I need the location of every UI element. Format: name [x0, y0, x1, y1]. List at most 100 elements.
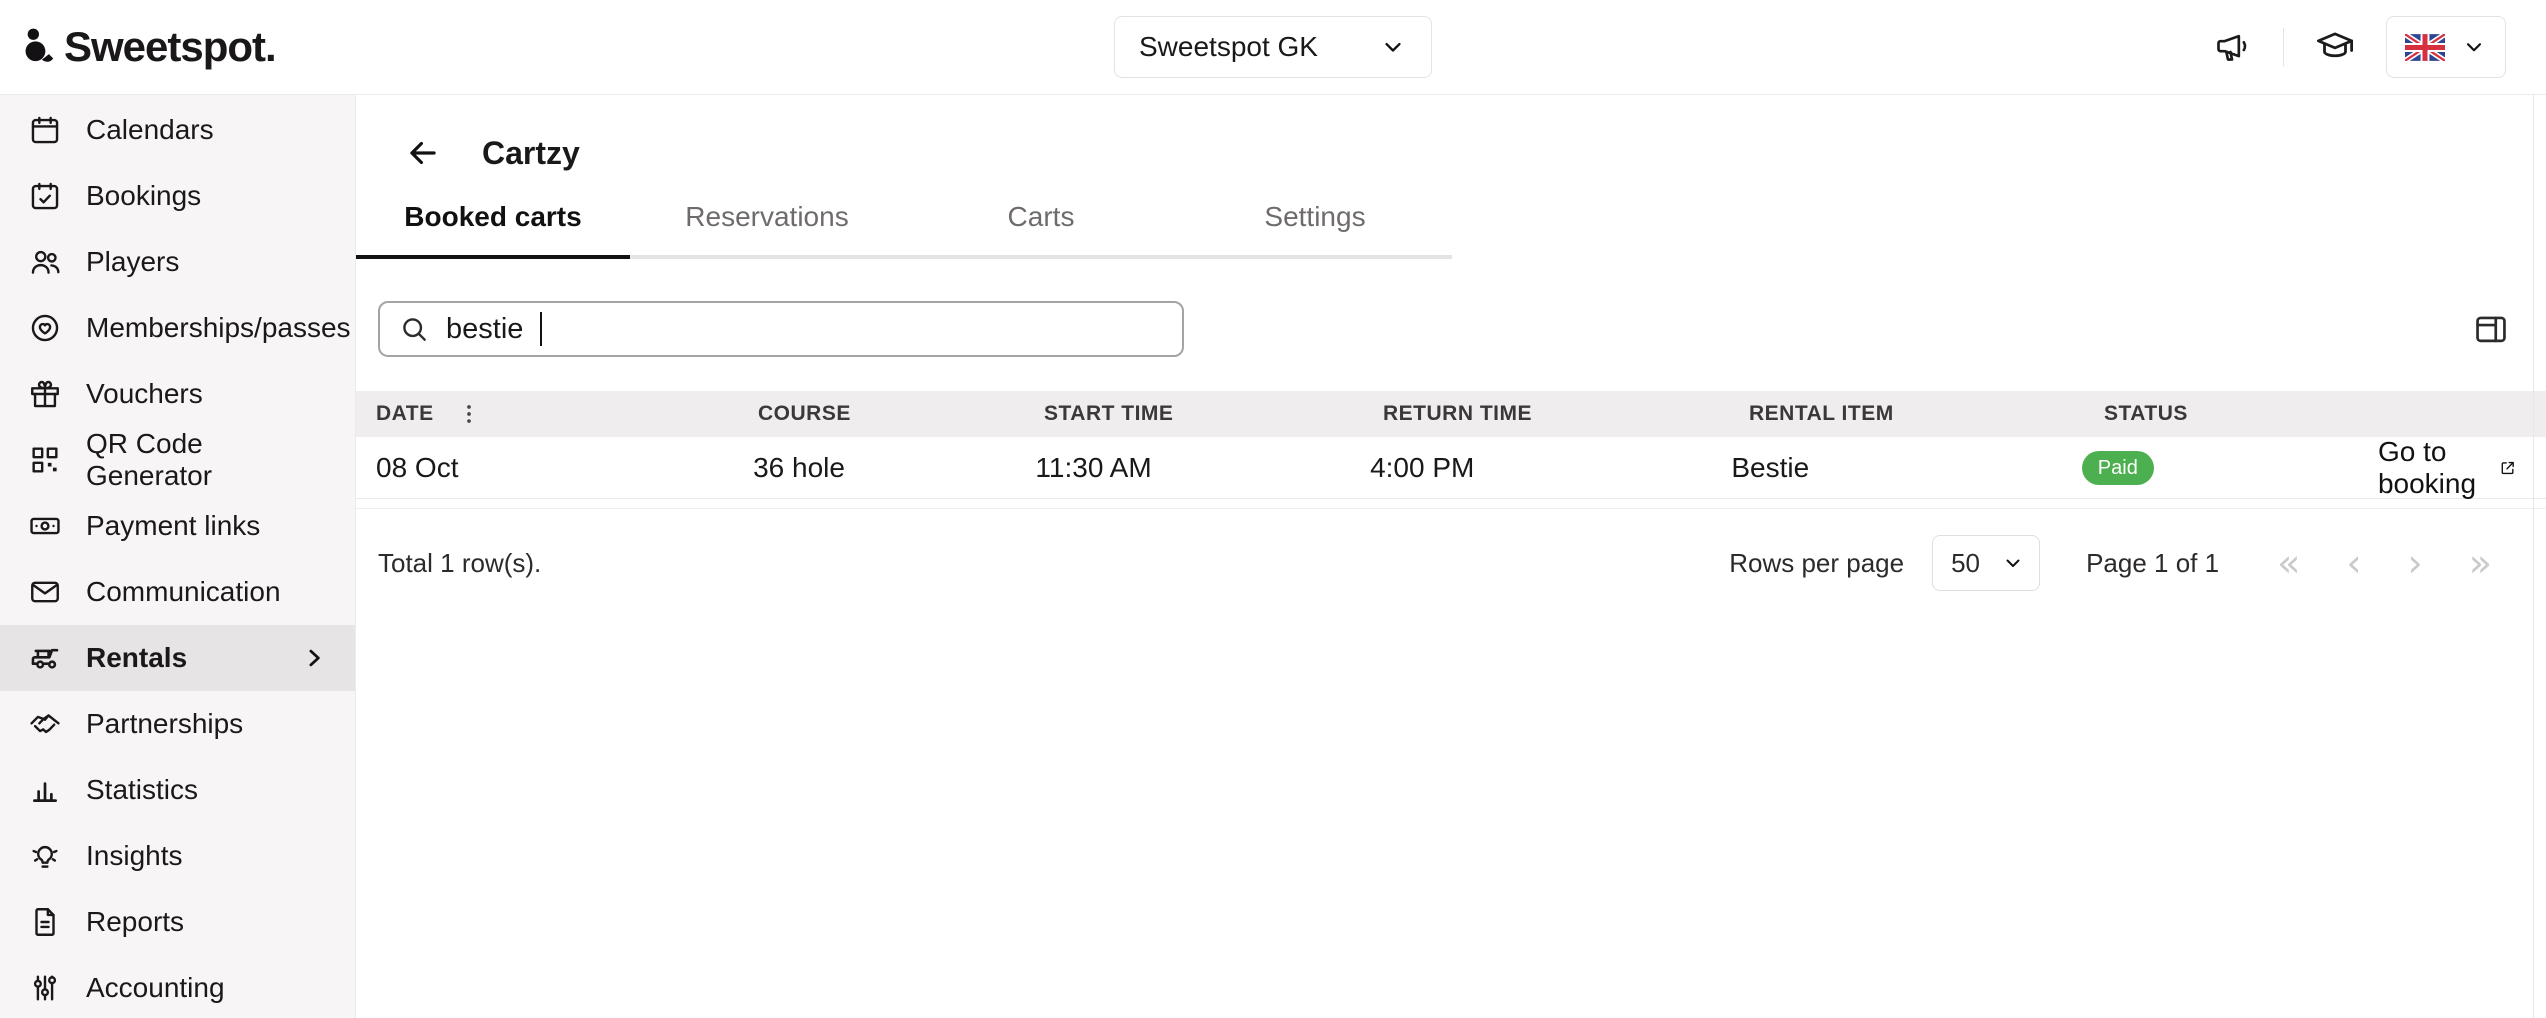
- column-menu-icon[interactable]: [456, 401, 482, 427]
- sliders-icon: [28, 971, 62, 1005]
- bar-chart-icon: [28, 773, 62, 807]
- sweetspot-logo: Sweetspot.: [22, 23, 276, 71]
- scrollbar-track[interactable]: [2533, 95, 2534, 1018]
- search-icon: [398, 313, 430, 345]
- golf-cart-icon: [28, 641, 62, 675]
- sidebar-item-label: Payment links: [86, 510, 260, 542]
- sidebar-item-accounting[interactable]: Accounting: [0, 955, 355, 1018]
- mail-icon: [28, 575, 62, 609]
- users-icon: [28, 245, 62, 279]
- first-page-icon[interactable]: «: [2277, 544, 2300, 582]
- sidebar-item-calendars[interactable]: Calendars: [0, 97, 355, 163]
- sidebar-item-bookings[interactable]: Bookings: [0, 163, 355, 229]
- previous-page-icon[interactable]: ‹: [2346, 544, 2361, 582]
- club-selector[interactable]: Sweetspot GK: [1114, 16, 1432, 78]
- chevron-down-icon: [1379, 33, 1407, 61]
- column-header-status: STATUS: [2104, 402, 2404, 426]
- external-link-icon: [2499, 454, 2516, 482]
- table-row[interactable]: 08 Oct 36 hole 11:30 AM 4:00 PM Bestie P…: [356, 437, 2546, 499]
- banknote-icon: [28, 509, 62, 543]
- rows-per-page-select[interactable]: 50: [1932, 535, 2040, 591]
- text-caret: [540, 312, 542, 346]
- chevron-down-icon: [2461, 34, 2487, 60]
- sidebar-item-label: Partnerships: [86, 708, 243, 740]
- last-page-icon[interactable]: »: [2469, 544, 2492, 582]
- sidebar-item-partnerships[interactable]: Partnerships: [0, 691, 355, 757]
- sidebar-item-statistics[interactable]: Statistics: [0, 757, 355, 823]
- tab-bar: Booked carts Reservations Carts Settings: [356, 201, 1452, 259]
- sidebar-item-vouchers[interactable]: Vouchers: [0, 361, 355, 427]
- search-input[interactable]: bestie: [378, 301, 1184, 357]
- sidebar-item-label: Memberships/passes: [86, 312, 351, 344]
- cell-rental-item: Bestie: [1731, 452, 2081, 484]
- cell-return-time: 4:00 PM: [1370, 452, 1731, 484]
- club-selector-value: Sweetspot GK: [1139, 31, 1318, 63]
- sidebar-item-label: Communication: [86, 576, 281, 608]
- topbar-divider: [2283, 28, 2284, 66]
- search-value: bestie: [446, 313, 523, 346]
- pagination-controls: « ‹ › »: [2277, 544, 2492, 582]
- tab-settings[interactable]: Settings: [1178, 201, 1452, 259]
- megaphone-icon[interactable]: [2213, 27, 2253, 67]
- cell-date: 08 Oct: [356, 452, 753, 484]
- sidebar-item-players[interactable]: Players: [0, 229, 355, 295]
- language-selector[interactable]: [2386, 16, 2506, 78]
- tab-reservations[interactable]: Reservations: [630, 201, 904, 259]
- sidebar-item-label: Reports: [86, 906, 184, 938]
- sidebar-item-label: Calendars: [86, 114, 214, 146]
- topbar: Sweetspot. Sweetspot GK: [0, 0, 2546, 95]
- column-header-start-time: START TIME: [1044, 402, 1383, 426]
- sidebar-item-payment-links[interactable]: Payment links: [0, 493, 355, 559]
- go-to-booking-label: Go to booking: [2378, 436, 2487, 500]
- date-filter-icon[interactable]: [2472, 310, 2510, 348]
- handshake-icon: [28, 707, 62, 741]
- rows-per-page-value: 50: [1951, 548, 1980, 579]
- arrow-left-icon: [404, 134, 442, 172]
- next-page-icon[interactable]: ›: [2408, 544, 2423, 582]
- go-to-booking-link[interactable]: Go to booking: [2378, 436, 2516, 500]
- gift-icon: [28, 377, 62, 411]
- table-header: DATE COURSE START TIME RETURN TIME RENTA…: [356, 391, 2546, 437]
- tab-carts[interactable]: Carts: [904, 201, 1178, 259]
- sidebar-item-rentals[interactable]: Rentals: [0, 625, 355, 691]
- chevron-right-icon: [299, 643, 329, 673]
- logo-text: Sweetspot.: [64, 23, 276, 71]
- graduation-cap-icon[interactable]: [2314, 26, 2356, 68]
- sidebar-item-communication[interactable]: Communication: [0, 559, 355, 625]
- sidebar-item-label: Vouchers: [86, 378, 203, 410]
- sidebar-item-label: Bookings: [86, 180, 201, 212]
- sidebar-item-label: Accounting: [86, 972, 225, 1004]
- sidebar-item-reports[interactable]: Reports: [0, 889, 355, 955]
- calendar-check-icon: [28, 179, 62, 213]
- chevron-down-icon: [2001, 551, 2025, 575]
- table-footer: Total 1 row(s). Rows per page 50 Page 1 …: [378, 535, 2506, 591]
- sweetspot-logo-icon: [22, 25, 56, 69]
- sidebar-item-insights[interactable]: Insights: [0, 823, 355, 889]
- cell-start-time: 11:30 AM: [1035, 452, 1370, 484]
- page-info-text: Page 1 of 1: [2086, 548, 2219, 579]
- sidebar-item-label: Statistics: [86, 774, 198, 806]
- sidebar: Calendars Bookings Players Memberships/p…: [0, 95, 356, 1018]
- calendar-icon: [28, 113, 62, 147]
- column-header-date: DATE: [376, 402, 434, 426]
- report-icon: [28, 905, 62, 939]
- sidebar-item-memberships[interactable]: Memberships/passes: [0, 295, 355, 361]
- sidebar-item-label: Players: [86, 246, 179, 278]
- heart-badge-icon: [28, 311, 62, 345]
- back-button[interactable]: [404, 134, 442, 172]
- column-header-course: COURSE: [758, 402, 1044, 426]
- rows-per-page-label: Rows per page: [1729, 548, 1904, 579]
- lightbulb-icon: [28, 839, 62, 873]
- tab-booked-carts[interactable]: Booked carts: [356, 201, 630, 259]
- sidebar-item-qr-code-generator[interactable]: QR Code Generator: [0, 427, 355, 493]
- cell-course: 36 hole: [753, 452, 1035, 484]
- page-title: Cartzy: [482, 135, 580, 172]
- total-rows-text: Total 1 row(s).: [378, 548, 541, 579]
- sidebar-item-label: Rentals: [86, 642, 187, 674]
- column-header-rental-item: RENTAL ITEM: [1749, 402, 2104, 426]
- status-badge: Paid: [2082, 451, 2154, 485]
- column-header-return-time: RETURN TIME: [1383, 402, 1749, 426]
- main-content: Cartzy Booked carts Reservations Carts S…: [356, 95, 2546, 1018]
- sidebar-item-label: QR Code Generator: [86, 428, 329, 492]
- table-bottom-divider: [356, 499, 2546, 509]
